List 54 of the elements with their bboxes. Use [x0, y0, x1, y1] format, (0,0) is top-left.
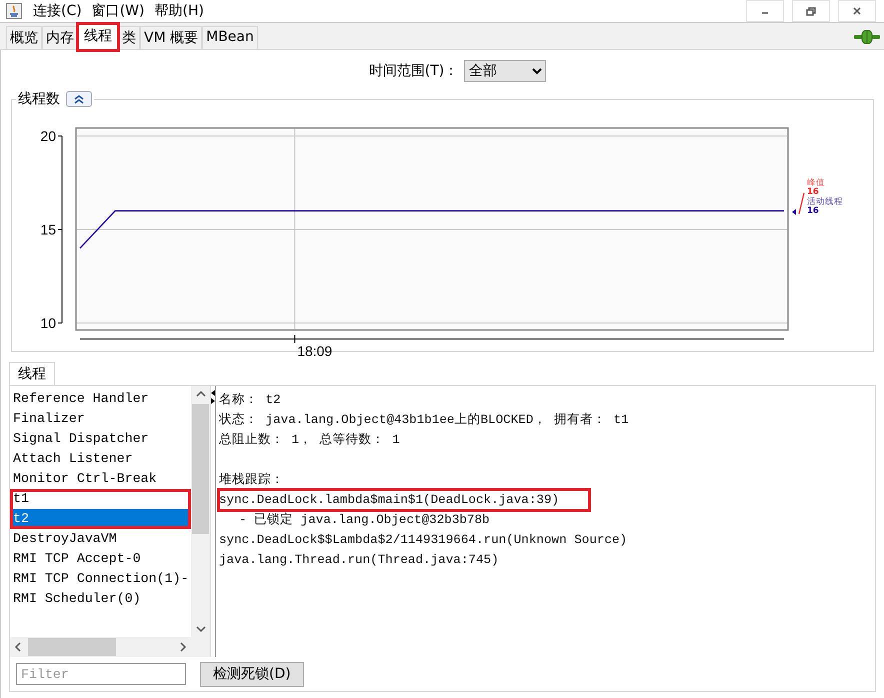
tab[interactable]: 线程: [9, 362, 55, 385]
menu-item[interactable]: 窗口(W): [86, 2, 150, 20]
thread-list-item[interactable]: RMI TCP Connection(1)-: [10, 569, 191, 589]
horizontal-scrollbar[interactable]: [10, 637, 210, 657]
thread-list-item[interactable]: DestroyJavaVM: [10, 529, 191, 549]
current-marker-icon: [792, 209, 796, 215]
legend-value: 16: [807, 187, 819, 197]
thread-info-text: 状态： java.lang.Object@43b1b1ee上的BLOCKED， 拥有者： t1: [219, 412, 630, 429]
legend-label: 活动线程: [807, 197, 843, 207]
group-title: 线程数: [18, 90, 60, 108]
vertical-scrollbar[interactable]: [191, 386, 210, 637]
tab[interactable]: MBean: [202, 26, 258, 49]
close-button[interactable]: [838, 0, 876, 22]
legend-label: 峰值: [807, 178, 825, 188]
tab[interactable]: VM 概要: [140, 26, 202, 49]
thread-list-item[interactable]: Monitor Ctrl-Break: [10, 469, 191, 489]
restore-button[interactable]: [792, 0, 830, 22]
collapse-button[interactable]: [66, 91, 92, 107]
time-range-dropdown[interactable]: 全部: [464, 60, 546, 82]
thread-list-item[interactable]: RMI Scheduler(0): [10, 589, 191, 609]
stack-frame-text: sync.DeadLock$$Lambda$2/1149319664.run(Unknown Source): [219, 532, 628, 549]
thread-list-item[interactable]: t2: [10, 509, 191, 529]
lock-info-text: - 已锁定 java.lang.Object@32b3b78b: [238, 512, 491, 529]
chevron-up-icon: [74, 94, 84, 104]
thread-list-item[interactable]: RMI TCP Accept-0: [10, 549, 191, 569]
close-icon: [852, 6, 862, 16]
legend-value: 16: [807, 206, 819, 216]
time-range-label: 时间范围(T)：: [368, 62, 458, 80]
tab[interactable]: 线程: [78, 24, 118, 50]
y-tick-label: 10: [40, 315, 56, 331]
filter-field[interactable]: Filter: [16, 663, 186, 685]
y-tick-label: 20: [40, 128, 56, 144]
thread-list-item[interactable]: Reference Handler: [10, 389, 191, 409]
stack-frame-text: sync.DeadLock.lambda$main$1(DeadLock.java:39): [219, 490, 590, 510]
thread-info-text: 名称： t2: [219, 392, 282, 409]
x-tick-label: 18:09: [297, 343, 332, 359]
app-icon: [6, 3, 22, 19]
menu-item[interactable]: 连接(C): [28, 2, 87, 20]
connection-icon: [854, 30, 880, 44]
thread-list-item[interactable]: Signal Dispatcher: [10, 429, 191, 449]
thread-list-item[interactable]: Finalizer: [10, 409, 191, 429]
y-tick-label: 15: [40, 222, 56, 238]
tab[interactable]: 概览: [6, 26, 42, 49]
thread-info-text: 总阻止数： 1， 总等待数： 1: [219, 432, 401, 449]
thread-list-item[interactable]: Attach Listener: [10, 449, 191, 469]
menu-item[interactable]: 帮助(H): [149, 2, 209, 20]
tab[interactable]: 内存: [42, 26, 78, 49]
thread-list-item[interactable]: t1: [10, 489, 191, 509]
restore-icon: [806, 6, 816, 16]
detect-deadlock-button[interactable]: 检测死锁(D): [200, 662, 304, 686]
tab[interactable]: 类: [118, 26, 140, 49]
stack-frame-text: java.lang.Thread.run(Thread.java:745): [219, 552, 500, 569]
stack-trace-label: 堆栈跟踪：: [219, 472, 285, 489]
peak-marker: [798, 192, 805, 214]
